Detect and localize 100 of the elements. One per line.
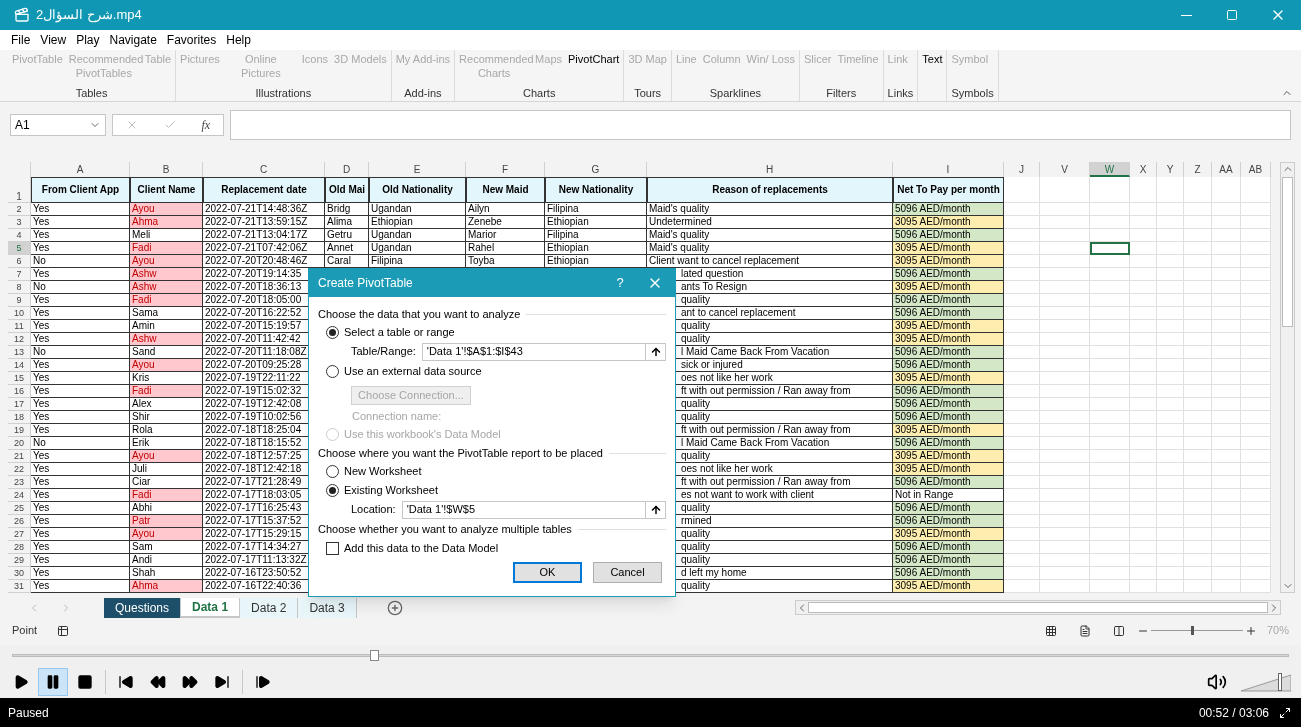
menu-item[interactable]: Play xyxy=(71,31,105,49)
checkbox[interactable] xyxy=(326,541,339,555)
row-header[interactable]: 16 xyxy=(8,385,31,398)
group-label: Links xyxy=(887,86,914,100)
row-header[interactable]: 15 xyxy=(8,372,31,385)
normal-view-icon[interactable] xyxy=(1044,624,1057,637)
expand-icon[interactable] xyxy=(1279,706,1291,719)
page-break-icon[interactable] xyxy=(1112,624,1125,637)
menu-item[interactable]: View xyxy=(35,31,72,49)
grid-cell xyxy=(1004,554,1040,567)
row-header[interactable]: 4 xyxy=(8,229,31,242)
row-header[interactable]: 29 xyxy=(8,554,31,567)
ribbon-button[interactable]: PivotChart xyxy=(568,52,620,66)
row-header[interactable]: 25 xyxy=(8,502,31,515)
row-header[interactable]: 14 xyxy=(8,359,31,372)
grid-cell xyxy=(1212,541,1241,554)
grid-cell xyxy=(1241,294,1271,307)
add-sheet-icon[interactable] xyxy=(386,599,403,616)
zoom-in-icon[interactable] xyxy=(1244,624,1257,637)
row-header[interactable]: 31 xyxy=(8,580,31,593)
table-cell: Yes xyxy=(31,268,130,281)
range-field[interactable]: 'Data 1'!$W$5 xyxy=(401,500,666,519)
row-header[interactable]: 2 xyxy=(8,203,31,216)
grid-cell xyxy=(1004,359,1040,372)
row-header[interactable]: 17 xyxy=(8,398,31,411)
volume-thumb[interactable] xyxy=(1278,672,1283,691)
sheet-tab[interactable]: Data 1 xyxy=(181,597,241,618)
table-cell: Ugandan xyxy=(369,203,466,216)
row-header[interactable]: 19 xyxy=(8,424,31,437)
grid-cell xyxy=(1212,411,1241,424)
page-layout-icon[interactable] xyxy=(1078,624,1091,637)
menu-item[interactable]: Favorites xyxy=(161,31,222,49)
radio-button[interactable] xyxy=(326,483,339,497)
range-field[interactable]: 'Data 1'!$A$1:$I$43 xyxy=(421,342,666,361)
grid-cell xyxy=(1040,450,1090,463)
table-cell: Ayou xyxy=(130,450,203,463)
row-header[interactable]: 6 xyxy=(8,255,31,268)
zoom-slider-thumb[interactable] xyxy=(1190,626,1194,635)
grid-cell xyxy=(1157,476,1184,489)
grid-cell xyxy=(1241,385,1271,398)
dialog-button[interactable]: OK xyxy=(513,562,582,583)
scrollbar-thumb[interactable] xyxy=(808,602,1268,613)
radio-button[interactable] xyxy=(326,364,339,378)
column-header[interactable]: W xyxy=(1090,162,1130,177)
vertical-scrollbar[interactable] xyxy=(1280,162,1295,593)
ribbon-button[interactable]: Text xyxy=(922,52,943,66)
pause-button[interactable] xyxy=(38,667,68,696)
menu-item[interactable]: File xyxy=(6,31,36,49)
skip-forward-icon xyxy=(214,673,230,690)
row-header[interactable]: 30 xyxy=(8,567,31,580)
row-header[interactable]: 7 xyxy=(8,268,31,281)
sheet-tab[interactable]: Data 3 xyxy=(298,597,357,618)
row-header[interactable]: 27 xyxy=(8,528,31,541)
sheet-tab[interactable]: Data 2 xyxy=(240,597,299,618)
row-header[interactable]: 26 xyxy=(8,515,31,528)
row-header[interactable]: 13 xyxy=(8,346,31,359)
table-cell: Yes xyxy=(31,333,130,346)
grid-cell xyxy=(1004,320,1040,333)
menu-item[interactable]: Help xyxy=(221,31,256,49)
row-header[interactable]: 24 xyxy=(8,489,31,502)
table-cell: Rahel xyxy=(466,242,545,255)
radio-button[interactable] xyxy=(326,325,339,339)
table-cell: 5096 AED/month xyxy=(893,476,1004,489)
row-header[interactable]: 1 xyxy=(8,177,31,203)
volume-icon[interactable] xyxy=(1207,671,1227,692)
row-header[interactable]: 23 xyxy=(8,476,31,489)
grid-cell xyxy=(1212,333,1241,346)
active-cell[interactable] xyxy=(1090,242,1130,255)
horizontal-scrollbar[interactable] xyxy=(795,600,1281,615)
row-header[interactable]: 8 xyxy=(8,281,31,294)
table-cell: Yes xyxy=(31,450,130,463)
grid-cell xyxy=(1157,398,1184,411)
group-label: Filters xyxy=(825,86,858,100)
row-header[interactable]: 11 xyxy=(8,320,31,333)
row-header[interactable]: 9 xyxy=(8,294,31,307)
row-header[interactable]: 21 xyxy=(8,450,31,463)
insert-function-button[interactable]: fx xyxy=(201,116,211,134)
table-cell: Yes xyxy=(31,541,130,554)
name-box[interactable]: A1 xyxy=(10,114,106,136)
row-header[interactable]: 20 xyxy=(8,437,31,450)
row-header[interactable]: 22 xyxy=(8,463,31,476)
radio-button[interactable] xyxy=(326,464,339,478)
scrollbar-thumb[interactable] xyxy=(1282,177,1293,327)
volume-slider[interactable] xyxy=(1241,670,1291,693)
macro-icon[interactable] xyxy=(57,624,70,637)
row-header[interactable]: 18 xyxy=(8,411,31,424)
menu-item[interactable]: Navigate xyxy=(104,31,162,49)
formula-input[interactable] xyxy=(230,110,1291,140)
row-header[interactable]: 5 xyxy=(8,242,31,255)
sheet-tab[interactable]: Questions xyxy=(104,597,182,618)
check-icon[interactable] xyxy=(163,119,176,131)
grid-cell xyxy=(1212,216,1241,229)
row-header[interactable]: 10 xyxy=(8,307,31,320)
table-cell: Ugandan xyxy=(369,229,466,242)
row-header[interactable]: 12 xyxy=(8,333,31,346)
row-header[interactable]: 3 xyxy=(8,216,31,229)
row-header[interactable]: 28 xyxy=(8,541,31,554)
seek-thumb[interactable] xyxy=(370,649,379,661)
grid-cell xyxy=(1212,437,1241,450)
dialog-button[interactable]: Cancel xyxy=(593,562,662,583)
